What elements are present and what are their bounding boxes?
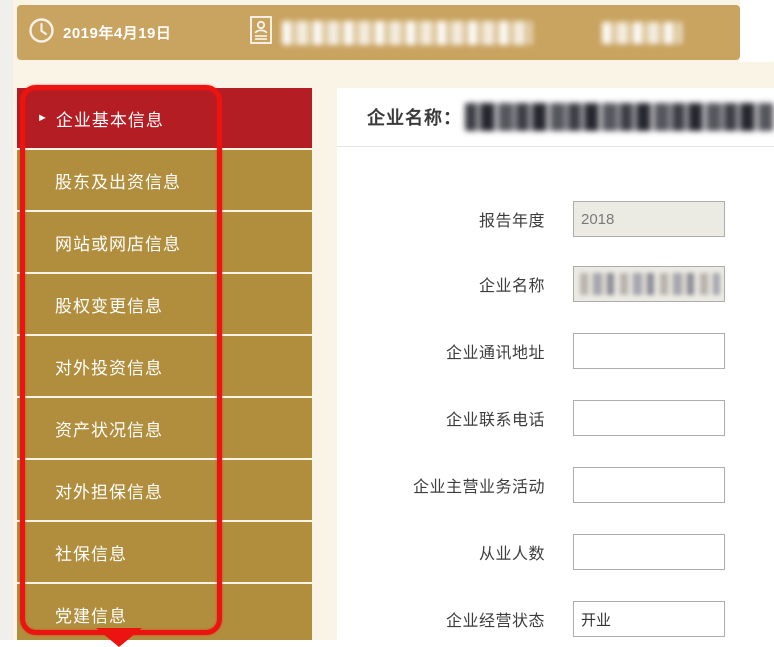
report-year-label: 报告年度 — [337, 207, 545, 231]
current-date: 2019年4月19日 — [63, 22, 171, 43]
sidebar-item-guarantees[interactable]: 对外担保信息 — [17, 460, 312, 520]
mailing-address-label: 企业通讯地址 — [337, 339, 545, 363]
sidebar-item-shareholders[interactable]: 股东及出资信息 — [17, 150, 312, 210]
sidebar-item-label: 社保信息 — [55, 540, 127, 565]
redacted-company-name — [282, 21, 532, 45]
sidebar-item-label: 对外担保信息 — [55, 478, 163, 503]
top-right-corner — [740, 0, 774, 62]
page-bottom-edge — [0, 640, 774, 647]
annual-report-page: 2019年4月19日 ► 企业基本信息 股东及出资信息 网站或网店信息 股权变更… — [0, 0, 774, 647]
sidebar-item-label: 网站或网店信息 — [55, 230, 181, 255]
main-business-label: 企业主营业务活动 — [337, 473, 545, 497]
sidebar-item-basic-info[interactable]: ► 企业基本信息 — [17, 88, 312, 148]
company-name-field-label: 企业名称 — [337, 272, 545, 296]
form-row-employee-count: 从业人数 — [337, 533, 774, 571]
company-name-label: 企业名称： — [367, 104, 462, 130]
employee-count-label: 从业人数 — [337, 540, 545, 564]
business-status-select[interactable]: 开业 — [573, 601, 725, 637]
business-status-label: 企业经营状态 — [337, 607, 545, 631]
sidebar-item-social-security[interactable]: 社保信息 — [17, 522, 312, 582]
page-left-margin — [0, 0, 13, 647]
active-arrow-icon: ► — [37, 113, 49, 124]
contact-phone-label: 企业联系电话 — [337, 406, 545, 430]
form-row-company-name: 企业名称 — [337, 265, 774, 303]
form-row-contact-phone: 企业联系电话 — [337, 399, 774, 437]
redacted-company-name-header — [465, 103, 774, 131]
sidebar-item-label: 股东及出资信息 — [55, 168, 181, 193]
top-bar: 2019年4月19日 — [17, 5, 740, 60]
clock-icon — [28, 17, 55, 49]
sidebar-menu: ► 企业基本信息 股东及出资信息 网站或网店信息 股权变更信息 对外投资信息 资… — [17, 88, 312, 646]
form-row-main-business: 企业主营业务活动 — [337, 466, 774, 504]
sidebar-item-label: 对外投资信息 — [55, 354, 163, 379]
sidebar-item-assets[interactable]: 资产状况信息 — [17, 398, 312, 458]
form-row-business-status: 企业经营状态 开业 — [337, 600, 774, 638]
sidebar-item-label: 资产状况信息 — [55, 416, 163, 441]
sidebar-item-label: 党建信息 — [55, 602, 127, 627]
sidebar-item-label: 股权变更信息 — [55, 292, 163, 317]
form-row-mailing-address: 企业通讯地址 — [337, 332, 774, 370]
contact-phone-input[interactable] — [573, 400, 725, 436]
main-business-input[interactable] — [573, 467, 725, 503]
report-year-input[interactable] — [573, 201, 725, 237]
company-name-input[interactable] — [573, 266, 725, 302]
business-status-value: 开业 — [581, 609, 611, 630]
sidebar-item-party-building[interactable]: 党建信息 — [17, 584, 312, 644]
sidebar-item-equity-change[interactable]: 股权变更信息 — [17, 274, 312, 334]
main-panel: 企业名称： 报告年度 企业名称 企业通讯地址 企业联系电话 — [337, 88, 774, 647]
redacted-user-name — [602, 22, 682, 44]
company-name-header: 企业名称： — [337, 88, 774, 147]
mailing-address-input[interactable] — [573, 333, 725, 369]
sidebar-item-label: 企业基本信息 — [56, 106, 164, 131]
sidebar-item-website[interactable]: 网站或网店信息 — [17, 212, 312, 272]
form-row-report-year: 报告年度 — [337, 200, 774, 238]
company-badge-icon — [249, 15, 273, 50]
employee-count-input[interactable] — [573, 534, 725, 570]
sidebar-item-outbound-investment[interactable]: 对外投资信息 — [17, 336, 312, 396]
redacted-company-name-value — [580, 273, 720, 295]
